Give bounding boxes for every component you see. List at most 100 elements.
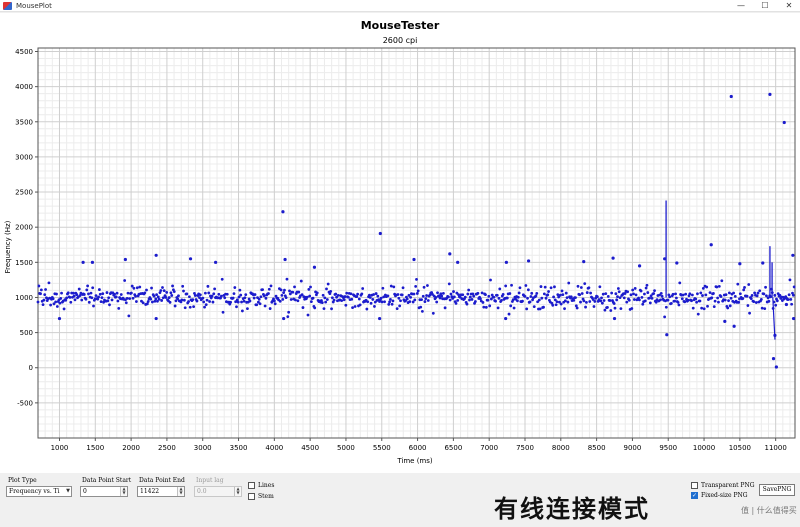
fixed-size-png-checkbox[interactable]: ✓ <box>691 492 698 499</box>
data-point <box>123 279 127 282</box>
data-point <box>306 313 310 317</box>
data-point <box>129 291 133 295</box>
data-point <box>588 300 592 303</box>
data-point <box>732 291 735 295</box>
data-point <box>193 294 197 297</box>
y-tick-label: 4500 <box>15 48 33 56</box>
stem-checkbox[interactable] <box>248 493 255 500</box>
lines-label: Lines <box>258 482 275 489</box>
plot-type-dropdown[interactable]: Frequency vs. Ti ▼ <box>6 486 72 497</box>
data-point <box>309 300 313 304</box>
outlier-point <box>214 260 218 264</box>
data-point <box>291 290 295 294</box>
data-point <box>492 295 496 299</box>
transparent-png-checkbox[interactable] <box>691 482 698 489</box>
data-point <box>549 286 553 290</box>
minimize-button[interactable]: — <box>730 0 752 12</box>
data-point <box>262 294 266 298</box>
data-point <box>690 299 693 303</box>
data-point <box>357 297 361 301</box>
stepper-down-icon[interactable]: ▼ <box>178 491 184 495</box>
data-point <box>488 304 492 308</box>
data-point <box>268 307 272 310</box>
data-point <box>232 292 236 295</box>
end-stepper[interactable]: ▲ ▼ <box>177 487 184 496</box>
data-point <box>758 289 762 293</box>
data-point <box>567 281 571 285</box>
start-stepper[interactable]: ▲ ▼ <box>120 487 127 496</box>
data-point <box>309 285 312 289</box>
data-point <box>755 294 759 298</box>
data-point <box>409 295 413 299</box>
plot-frame <box>37 47 796 439</box>
data-point <box>752 300 756 303</box>
data-point <box>774 303 778 307</box>
data-point <box>396 293 400 296</box>
data-point <box>539 285 543 288</box>
maximize-button[interactable]: ☐ <box>754 0 776 12</box>
x-tick-label: 1500 <box>86 444 104 452</box>
lines-checkbox[interactable] <box>248 482 255 489</box>
data-point <box>239 293 243 297</box>
data-point <box>141 301 145 305</box>
x-tick-label: 11000 <box>765 444 787 452</box>
data-point <box>146 300 150 303</box>
data-point <box>386 294 390 298</box>
data-point <box>606 294 610 298</box>
data-point <box>238 288 242 292</box>
data-point <box>425 294 428 297</box>
plot-type-value: Frequency vs. Ti <box>9 488 60 495</box>
data-point <box>764 285 767 289</box>
outlier-point <box>611 256 615 260</box>
data-point <box>391 299 395 303</box>
chevron-down-icon: ▼ <box>66 488 70 494</box>
outlier-point <box>90 260 95 264</box>
data-point <box>602 299 606 302</box>
data-point <box>423 300 427 303</box>
data-point-end-input[interactable]: 11422 ▲ ▼ <box>137 486 185 497</box>
data-point <box>321 293 325 297</box>
data-point <box>47 281 51 285</box>
data-point <box>221 310 225 314</box>
close-button[interactable]: ✕ <box>778 0 800 12</box>
data-point <box>500 299 503 302</box>
outlier-point <box>456 260 460 264</box>
data-point <box>524 284 528 287</box>
data-point <box>41 303 45 306</box>
data-point <box>173 304 177 308</box>
data-point-start-input[interactable]: 0 ▲ ▼ <box>80 486 128 497</box>
data-point <box>472 294 476 298</box>
outlier-point <box>526 259 531 263</box>
data-point <box>253 293 257 296</box>
data-point <box>89 291 93 295</box>
y-tick-label: 2000 <box>15 224 33 232</box>
data-point <box>538 307 542 311</box>
data-point <box>504 284 508 288</box>
outlier-point <box>283 257 287 262</box>
data-point <box>236 300 240 304</box>
data-point <box>555 300 559 304</box>
data-point <box>183 306 187 310</box>
data-point <box>699 291 703 295</box>
data-point <box>208 300 211 303</box>
data-point <box>206 284 210 288</box>
data-point <box>664 305 668 309</box>
data-point <box>69 300 73 304</box>
data-point <box>51 297 55 301</box>
data-point <box>401 286 405 290</box>
x-tick-label: 5000 <box>337 444 355 452</box>
plot-panel: -500 0 500 1000 1500 2000 2500 3000 3500 4000 4500… <box>0 13 800 473</box>
frequency-plot[interactable]: -500 0 500 1000 1500 2000 2500 3000 3500 4000 4500… <box>0 13 800 473</box>
data-point <box>712 305 716 309</box>
data-point <box>389 284 393 288</box>
data-point <box>643 292 646 296</box>
data-point <box>616 287 620 290</box>
data-point <box>463 295 467 299</box>
data-point <box>452 295 456 299</box>
data-point <box>412 292 416 296</box>
data-point <box>387 302 391 306</box>
save-png-button[interactable]: SavePNG <box>759 484 795 496</box>
stepper-down-icon[interactable]: ▼ <box>121 491 127 495</box>
data-point <box>717 285 721 288</box>
data-point <box>372 293 376 296</box>
